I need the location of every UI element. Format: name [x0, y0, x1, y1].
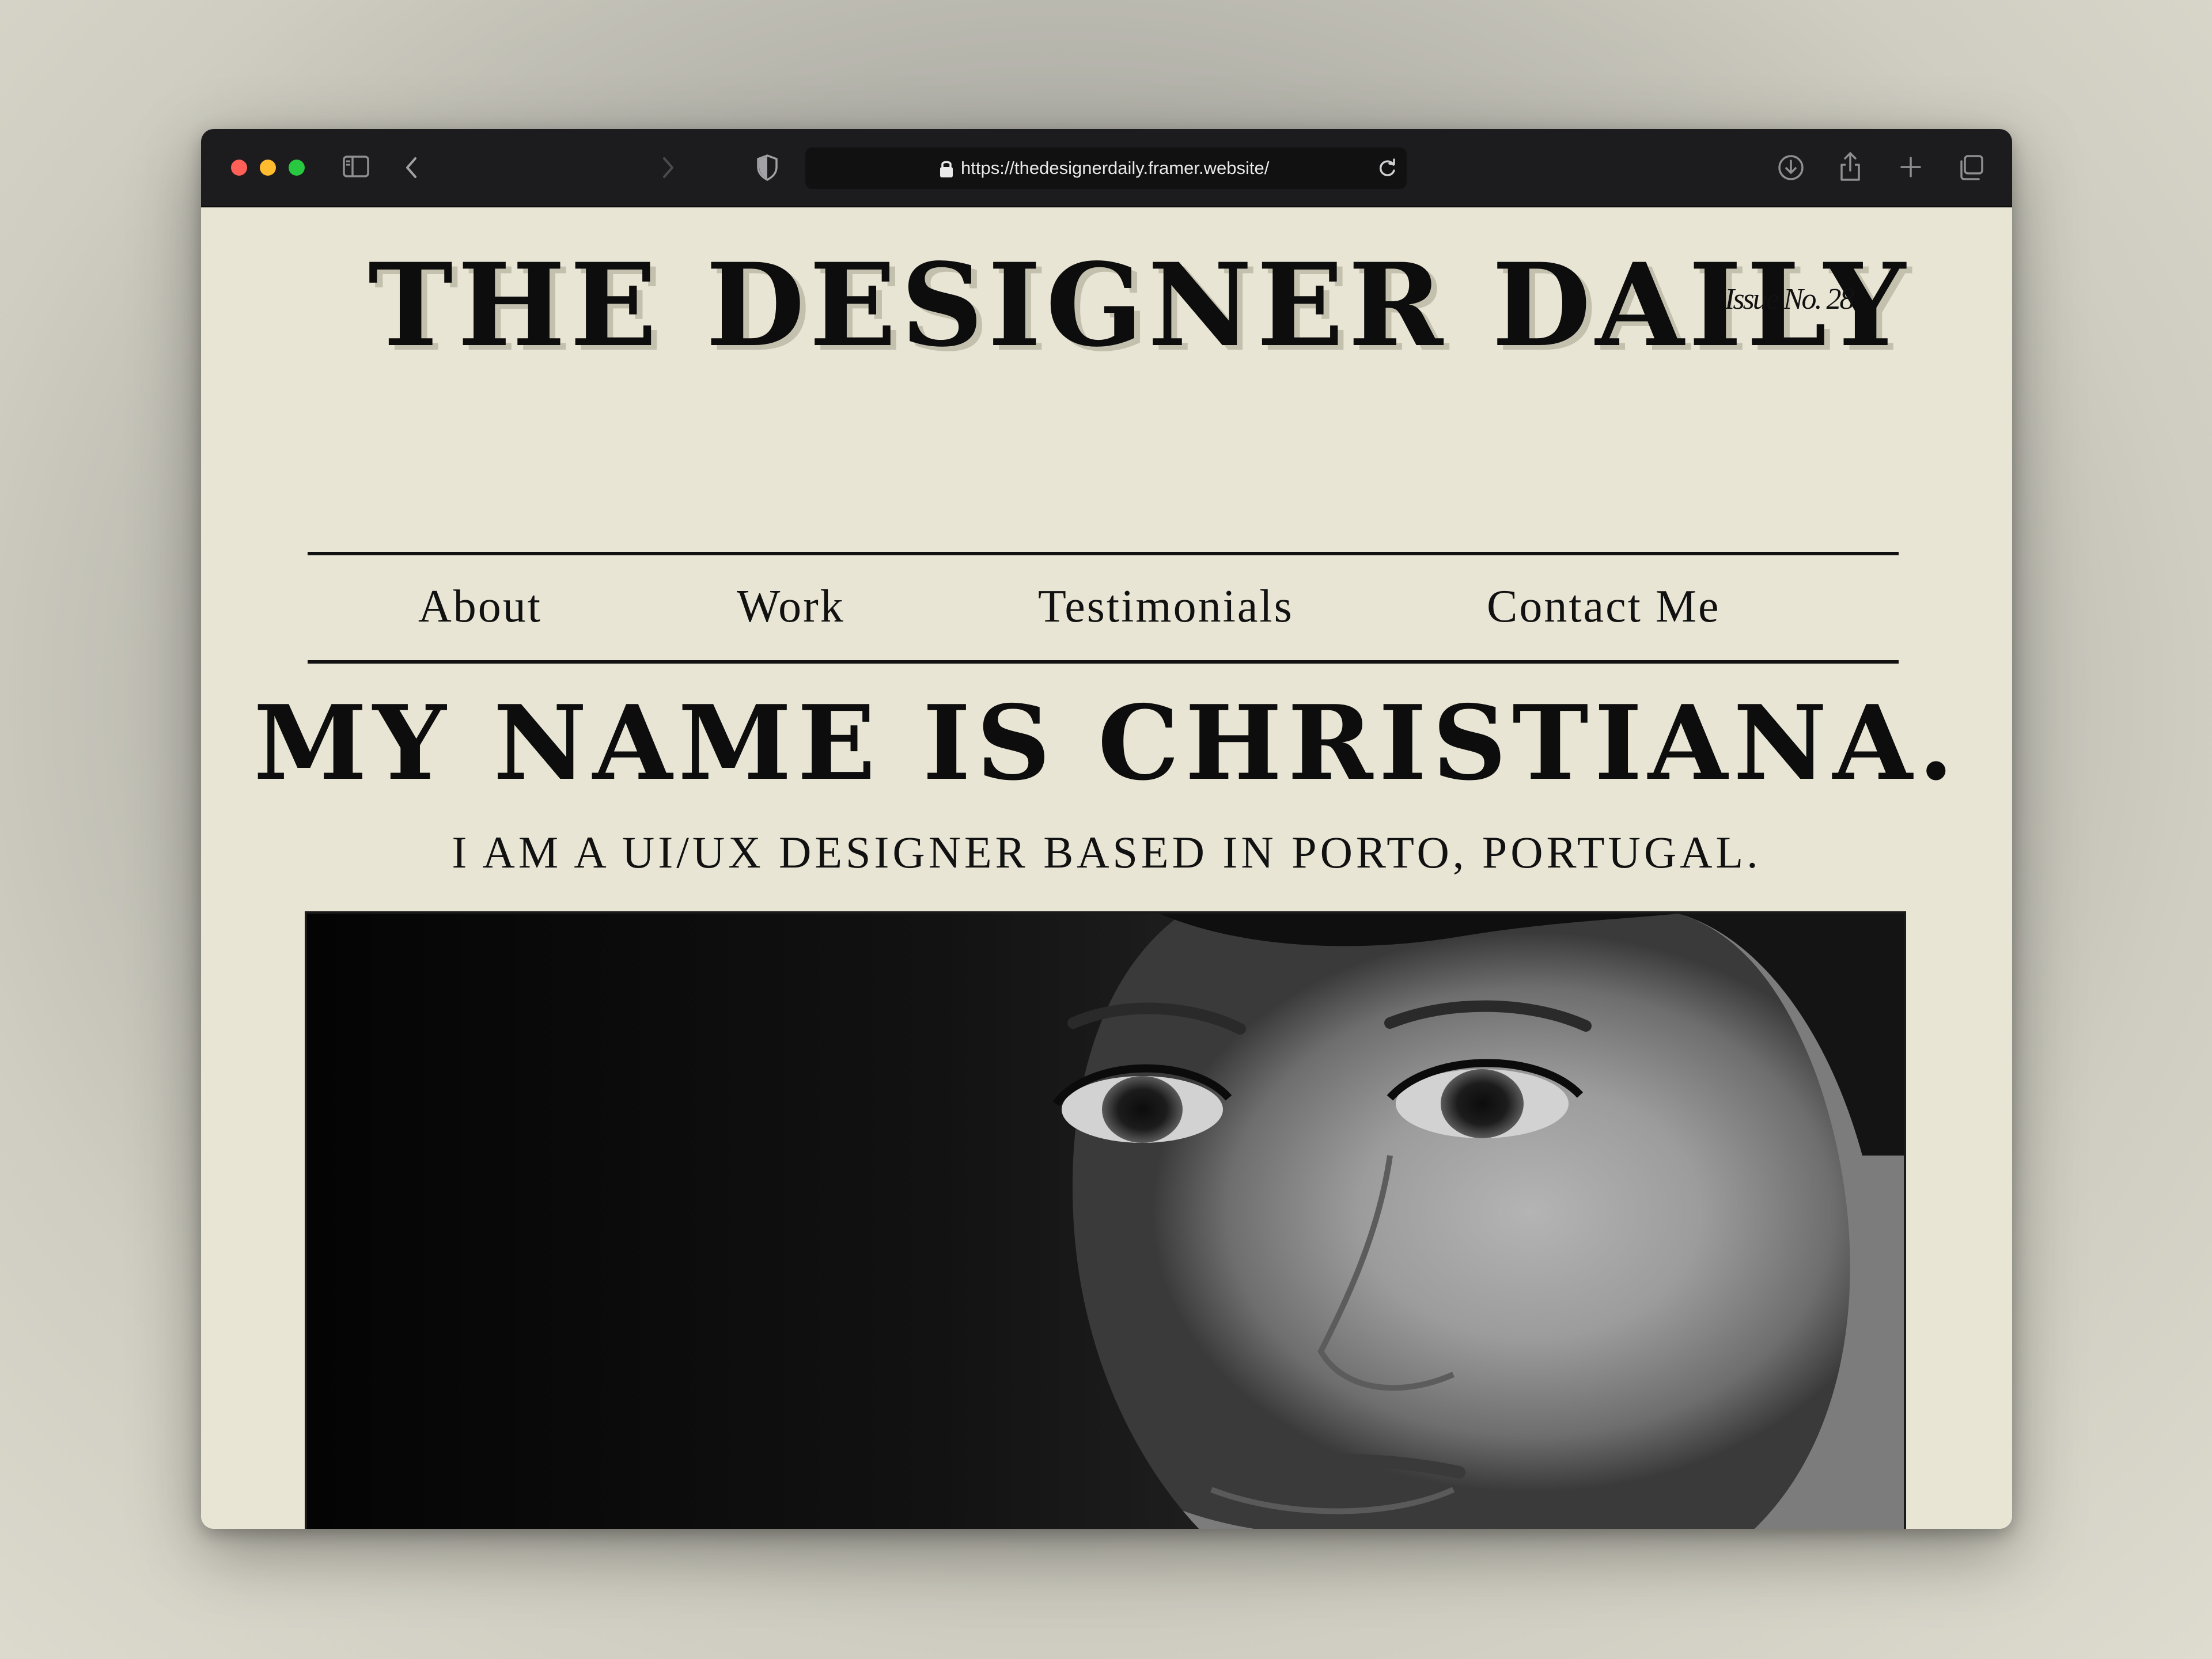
nav-contact-me[interactable]: Contact Me	[1487, 554, 1720, 659]
address-bar[interactable]: https://thedesignerdaily.framer.website/	[805, 147, 1407, 189]
close-window-button[interactable]	[231, 160, 247, 176]
nav-testimonials[interactable]: Testimonials	[1038, 554, 1294, 659]
url-text: https://thedesignerdaily.framer.website/	[961, 158, 1270, 178]
share-icon[interactable]	[1837, 150, 1863, 183]
site-title[interactable]: THE DESIGNER DAILY	[368, 248, 1910, 363]
tabs-overview-icon[interactable]	[1957, 153, 1986, 182]
browser-toolbar: https://thedesignerdaily.framer.website/	[201, 129, 2012, 207]
privacy-shield-icon[interactable]	[755, 153, 779, 182]
hero-subheadline: I AM A UI/UX DESIGNER BASED IN PORTO, PO…	[452, 827, 1762, 877]
browser-window: https://thedesignerdaily.framer.website/…	[201, 129, 2012, 1529]
back-icon[interactable]	[403, 155, 420, 180]
minimize-window-button[interactable]	[260, 160, 276, 176]
nav-work[interactable]: Work	[737, 554, 845, 659]
portrait-photo	[305, 911, 1906, 1529]
download-icon[interactable]	[1777, 153, 1805, 182]
webpage: THE DESIGNER DAILY Issue No. 28 About Wo…	[201, 207, 2012, 1529]
zoom-window-button[interactable]	[289, 160, 305, 176]
main-nav: About Work Testimonials Contact Me	[308, 554, 1899, 659]
portrait-illustration	[307, 914, 1904, 1529]
forward-icon[interactable]	[660, 155, 677, 180]
nav-bottom-rule	[308, 660, 1899, 664]
lock-icon	[939, 159, 954, 181]
reload-icon[interactable]	[1376, 157, 1399, 182]
issue-number: Issue No. 28	[1725, 283, 1855, 316]
sidebar-icon[interactable]	[342, 154, 370, 179]
nav-about[interactable]: About	[418, 554, 542, 659]
new-tab-icon[interactable]	[1898, 154, 1923, 180]
hero-headline: MY NAME IS CHRISTIANA.	[253, 683, 1960, 803]
